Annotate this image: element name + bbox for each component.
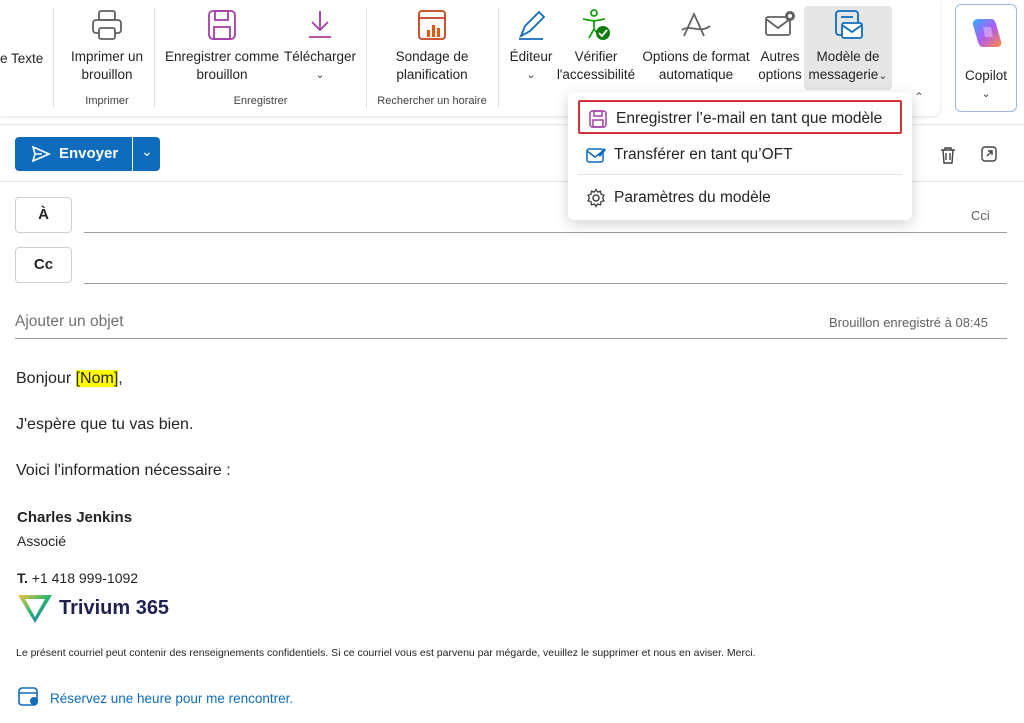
transfer-as-oft-item[interactable]: Transférer en tant qu’OFT [578, 138, 902, 172]
group-label-save: Enregistrer [233, 95, 288, 107]
print-draft-button[interactable]: Imprimer un brouillon [62, 8, 152, 84]
more-options-label-1: Autres [760, 49, 800, 64]
collapse-ribbon-icon[interactable]: ⌃ [914, 90, 924, 104]
pop-out-icon[interactable] [980, 145, 998, 163]
poll-calendar-icon [418, 10, 446, 40]
envelope-edit-icon [586, 148, 606, 163]
phone-number: +1 418 999-1092 [31, 570, 139, 586]
accessibility-label-2: l'accessibilité [556, 67, 636, 82]
save-as-draft-label-1: Enregistrer comme [164, 49, 280, 64]
save-as-draft-button[interactable]: Enregistrer comme brouillon [163, 8, 281, 84]
templates-label-1: Modèle de [816, 49, 880, 64]
disclaimer-text: Le présent courriel peut contenir des re… [16, 647, 756, 659]
divider [366, 8, 367, 108]
signature-title: Associé [17, 533, 67, 549]
template-settings-item[interactable]: Paramètres du modèle [578, 181, 902, 215]
calendar-booking-icon [18, 687, 38, 706]
send-icon [31, 145, 51, 163]
menu-item-label: Paramètres du modèle [614, 189, 771, 206]
subject-underline [15, 338, 1007, 339]
floppy-disk-icon [208, 10, 236, 40]
download-button[interactable]: Télécharger ⌄ [282, 8, 358, 84]
menu-item-label: Enregistrer l’e-mail en tant que modèle [616, 110, 883, 127]
download-label: Télécharger [283, 49, 357, 64]
menu-item-label: Transférer en tant qu’OFT [614, 146, 793, 163]
format-options-label-2: automatique [658, 67, 734, 82]
menu-divider [578, 174, 902, 175]
download-icon [309, 11, 331, 38]
signature-phone: T. +1 418 999-1092 [17, 570, 138, 586]
accessibility-icon [582, 9, 610, 40]
cc-button[interactable]: Cc [15, 247, 72, 283]
email-templates-menu: Enregistrer l’e-mail en tant que modèle … [568, 92, 912, 220]
check-accessibility-button[interactable]: Vérifier l'accessibilité [555, 8, 637, 84]
save-email-as-template-item[interactable]: Enregistrer l’e-mail en tant que modèle [578, 100, 902, 134]
send-label: Envoyer [59, 145, 119, 162]
bcc-button[interactable]: Cci [971, 208, 990, 223]
name-placeholder: [Nom] [75, 370, 119, 387]
send-button[interactable]: Envoyer [15, 137, 132, 171]
envelope-gear-icon [765, 11, 795, 36]
greeting-text: Bonjour [16, 370, 76, 387]
copilot-button[interactable]: Copilot ⌄ [955, 4, 1017, 112]
greeting-line[interactable]: Bonjour [Nom], [16, 370, 123, 388]
chevron-down-icon: ⌄ [981, 88, 991, 100]
editor-pen-icon [519, 10, 546, 40]
phone-label: T. [17, 570, 28, 586]
copilot-label: Copilot [964, 68, 1008, 83]
to-button[interactable]: À [15, 197, 72, 233]
text-label: e Texte [0, 51, 44, 66]
more-options-button[interactable]: Autres options [755, 8, 805, 84]
signature-name: Charles Jenkins [17, 509, 133, 526]
company-name: Trivium 365 [59, 597, 170, 619]
send-options-button[interactable]: ⌄ [133, 137, 160, 171]
text-button-partial[interactable]: e Texte [0, 50, 43, 68]
poll-label-2: planification [396, 67, 468, 82]
trash-icon[interactable] [938, 145, 958, 165]
print-draft-label-1: Imprimer un [70, 49, 143, 64]
chevron-down-icon: ⌄ [526, 69, 536, 81]
group-label-find-time: Rechercher un horaire [377, 95, 487, 107]
printer-icon [92, 10, 122, 40]
more-options-label-2: options [758, 67, 802, 82]
editor-button[interactable]: Éditeur ⌄ [505, 8, 557, 84]
group-label-print: Imprimer [85, 95, 129, 107]
accessibility-label-1: Vérifier [574, 49, 618, 64]
editor-label: Éditeur [509, 49, 553, 64]
gear-icon [587, 188, 605, 208]
auto-format-options-button[interactable]: Options de format automatique [638, 8, 754, 84]
email-templates-button[interactable]: Modèle de messagerie⌄ [806, 8, 890, 85]
auto-format-icon [681, 11, 711, 37]
body-line-1: J'espère que tu vas bien. [16, 416, 194, 433]
divider [154, 8, 155, 108]
divider [53, 8, 54, 108]
body-line-2: Voici l'information nécessaire : [16, 462, 231, 479]
subject-input[interactable]: Ajouter un objet [15, 313, 124, 331]
print-draft-label-2: brouillon [81, 67, 133, 82]
chevron-down-icon: ⌄ [315, 69, 325, 81]
floppy-disk-icon [589, 110, 607, 128]
chevron-down-icon: ⌄ [878, 70, 888, 82]
copilot-icon [972, 19, 1002, 47]
format-options-label-1: Options de format [642, 49, 750, 64]
to-field[interactable] [84, 232, 1007, 233]
draft-saved-status: Brouillon enregistré à 08:45 [829, 315, 988, 330]
divider [498, 8, 499, 108]
chevron-down-icon: ⌄ [141, 143, 153, 159]
poll-label-1: Sondage de [395, 49, 469, 64]
save-as-draft-label-2: brouillon [196, 67, 248, 82]
cc-field[interactable] [84, 283, 1007, 284]
greeting-comma: , [118, 370, 123, 387]
templates-label-2: messagerie [808, 67, 879, 82]
trivium-logo-icon [18, 595, 52, 623]
booking-link[interactable]: Réservez une heure pour me rencontrer. [50, 691, 293, 706]
email-template-icon [835, 10, 863, 39]
scheduling-poll-button[interactable]: Sondage de planification [376, 8, 488, 84]
